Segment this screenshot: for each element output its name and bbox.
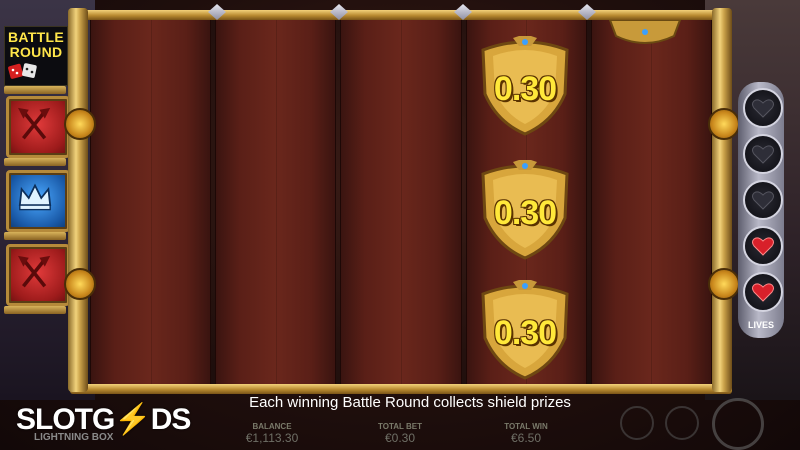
life-slot-2 xyxy=(743,134,783,174)
lives-meter: LIVES xyxy=(738,82,784,338)
reel-frame-pillar-left xyxy=(64,8,96,392)
autoplay-button[interactable] xyxy=(665,406,699,440)
prize-frame-bottom xyxy=(4,306,66,314)
heart-empty-icon xyxy=(752,145,774,164)
reel-frame-bottom xyxy=(70,384,732,394)
shield-prize-value: 0.30 xyxy=(493,194,557,232)
total-bet-label: TOTAL BET xyxy=(378,422,422,431)
crossed-axes-icon xyxy=(18,107,51,140)
balance-value: €1,113.30 xyxy=(245,431,299,445)
prize-box-3 xyxy=(6,244,70,306)
heart-empty-icon xyxy=(752,191,774,210)
shield-prize-value: 0.30 xyxy=(493,70,557,108)
life-slot-3 xyxy=(743,180,783,220)
lightning-bolt-icon: ⚡ xyxy=(114,403,151,436)
reel-1 xyxy=(90,20,212,384)
reel-frame-pillar-right xyxy=(708,8,740,392)
balance-display: BALANCE €1,113.30 xyxy=(232,422,312,445)
heart-empty-icon xyxy=(752,99,774,118)
lives-label: LIVES xyxy=(747,320,774,330)
shield-prize-value: 0.30 xyxy=(493,314,557,352)
battle-prize-column xyxy=(4,86,70,316)
pillar-gem xyxy=(64,268,96,300)
crossed-axes-icon xyxy=(18,255,51,288)
prize-box-2 xyxy=(6,170,70,232)
spin-button[interactable] xyxy=(712,398,764,450)
heart-full-icon xyxy=(752,237,774,256)
pillar-gem xyxy=(64,108,96,140)
battle-round-label-line1: BATTLE xyxy=(8,29,64,45)
prize-frame-top xyxy=(4,86,66,94)
battle-round-label-line2: ROUND xyxy=(9,44,63,60)
prize-box-1 xyxy=(6,96,70,158)
life-slot-5 xyxy=(743,272,783,312)
balance-label: BALANCE xyxy=(252,422,292,431)
reel-2 xyxy=(215,20,337,384)
lightning-box-logo: LIGHTNING BOX xyxy=(34,432,114,443)
battle-round-label: BATTLE ROUND xyxy=(5,30,67,60)
reel-grid xyxy=(90,20,713,384)
partial-shield-icon xyxy=(608,20,682,44)
reel-5 xyxy=(590,20,713,384)
heart-full-icon xyxy=(752,283,774,302)
pillar-gem xyxy=(708,108,740,140)
life-slot-4 xyxy=(743,226,783,266)
total-win-value: €6.50 xyxy=(510,431,542,445)
reel-frame-top xyxy=(70,10,732,20)
logo-text-3: DS xyxy=(150,403,192,436)
prize-frame-mid-1 xyxy=(4,158,66,166)
bet-settings-button[interactable] xyxy=(620,406,654,440)
reel-3 xyxy=(340,20,462,384)
total-win-display: TOTAL WIN €6.50 xyxy=(486,422,566,445)
total-bet-value: €0.30 xyxy=(384,431,416,445)
shield-prize-2: 0.30 xyxy=(473,158,577,260)
shield-prize-3: 0.30 xyxy=(473,278,577,380)
battle-round-indicator: BATTLE ROUND xyxy=(4,26,68,86)
shield-prize-1: 0.30 xyxy=(473,34,577,136)
life-slot-1 xyxy=(743,88,783,128)
dice-icon xyxy=(8,63,37,79)
total-bet-display: TOTAL BET €0.30 xyxy=(360,422,440,445)
pillar-gem xyxy=(708,268,740,300)
total-win-label: TOTAL WIN xyxy=(504,422,548,431)
crown-icon xyxy=(18,183,52,211)
prize-frame-mid-2 xyxy=(4,232,66,240)
